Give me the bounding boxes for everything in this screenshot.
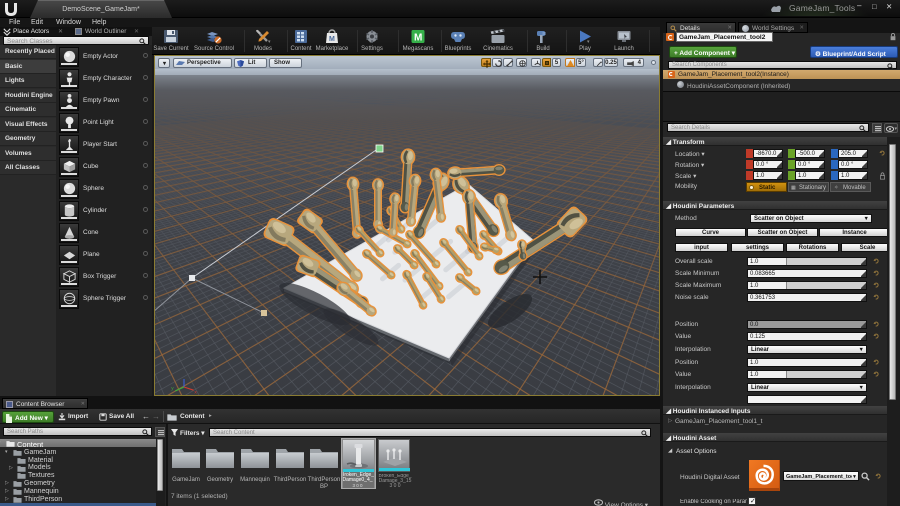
svg-text:M: M: [329, 36, 335, 43]
svg-text:M: M: [414, 33, 422, 44]
